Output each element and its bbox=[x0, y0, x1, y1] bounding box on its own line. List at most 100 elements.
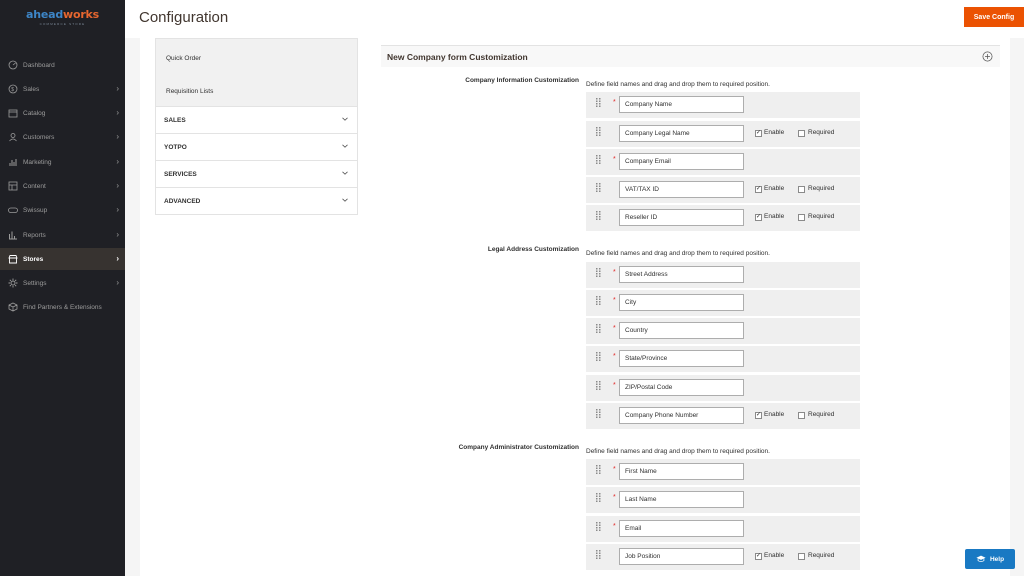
field-row[interactable]: * bbox=[586, 318, 860, 344]
field-row[interactable]: ✓Enable Required bbox=[586, 544, 860, 570]
sidebar-item-label: Content bbox=[23, 182, 46, 190]
drag-handle-icon[interactable] bbox=[596, 381, 601, 390]
sidebar-item-customers[interactable]: Customers › bbox=[0, 126, 125, 148]
drag-handle-icon[interactable] bbox=[596, 409, 601, 418]
required-asterisk: * bbox=[613, 494, 616, 501]
required-checkbox[interactable] bbox=[798, 214, 805, 221]
drag-handle-icon[interactable] bbox=[596, 324, 601, 333]
field-name-input[interactable] bbox=[619, 520, 744, 537]
sidebar-item-swissup[interactable]: Swissup › bbox=[0, 199, 125, 221]
plus-circle-icon[interactable] bbox=[982, 51, 993, 62]
drag-handle-icon[interactable] bbox=[596, 550, 601, 559]
sidebar-item-catalog[interactable]: Catalog › bbox=[0, 102, 125, 124]
drag-handle-icon[interactable] bbox=[596, 98, 601, 107]
section-header[interactable]: New Company form Customization bbox=[381, 45, 1000, 67]
enable-checkbox[interactable]: ✓ bbox=[755, 214, 762, 221]
field-name-input[interactable] bbox=[619, 379, 744, 396]
required-asterisk: * bbox=[613, 99, 616, 106]
tab-group-services[interactable]: SERVICES bbox=[156, 160, 357, 187]
field-name-input[interactable] bbox=[619, 350, 744, 367]
drag-handle-icon[interactable] bbox=[596, 183, 601, 192]
drag-handle-icon[interactable] bbox=[596, 493, 601, 502]
sidebar-item-find-partners-extensions[interactable]: Find Partners & Extensions bbox=[0, 296, 125, 318]
check-icon: ✓ bbox=[756, 553, 762, 559]
required-checkbox[interactable] bbox=[798, 130, 805, 137]
page-header: Configuration Save Config bbox=[125, 0, 1024, 38]
tab-item-requisition-lists[interactable]: Requisition Lists bbox=[156, 77, 357, 106]
field-row[interactable]: * bbox=[586, 149, 860, 175]
drag-handle-icon[interactable] bbox=[596, 522, 601, 531]
field-name-input[interactable] bbox=[619, 322, 744, 339]
required-asterisk: * bbox=[613, 382, 616, 389]
field-row[interactable]: * bbox=[586, 262, 860, 288]
enable-checkbox[interactable]: ✓ bbox=[755, 553, 762, 560]
field-row[interactable]: ✓Enable Required bbox=[586, 205, 860, 231]
sidebar-item-label: Marketing bbox=[23, 158, 52, 166]
tab-group-sales[interactable]: SALES bbox=[156, 106, 357, 133]
field-name-input[interactable] bbox=[619, 548, 744, 565]
dashboard-icon bbox=[8, 60, 18, 70]
field-row[interactable]: * bbox=[586, 516, 860, 542]
tab-item-quick-order[interactable]: Quick Order bbox=[156, 39, 357, 77]
drag-handle-icon[interactable] bbox=[596, 155, 601, 164]
field-row[interactable]: * bbox=[586, 375, 860, 401]
drag-handle-icon[interactable] bbox=[596, 127, 601, 136]
enable-label: Enable bbox=[764, 411, 785, 418]
field-name-input[interactable] bbox=[619, 96, 744, 113]
field-row[interactable]: ✓Enable Required bbox=[586, 177, 860, 203]
group-hint: Define field names and drag and drop the… bbox=[586, 81, 770, 88]
sidebar-item-label: Swissup bbox=[23, 206, 48, 214]
sidebar-item-label: Stores bbox=[23, 255, 44, 263]
field-name-input[interactable] bbox=[619, 491, 744, 508]
chevron-right-icon: › bbox=[116, 205, 119, 214]
required-checkbox[interactable] bbox=[798, 186, 805, 193]
drag-handle-icon[interactable] bbox=[596, 296, 601, 305]
required-checkbox[interactable] bbox=[798, 412, 805, 419]
help-label: Help bbox=[989, 555, 1005, 563]
field-row[interactable]: ✓Enable Required bbox=[586, 121, 860, 147]
drag-handle-icon[interactable] bbox=[596, 465, 601, 474]
chevron-right-icon: › bbox=[116, 254, 119, 263]
field-name-input[interactable] bbox=[619, 266, 744, 283]
sidebar-item-sales[interactable]: $ Sales › bbox=[0, 78, 125, 100]
enable-checkbox[interactable]: ✓ bbox=[755, 130, 762, 137]
chevron-right-icon: › bbox=[116, 108, 119, 117]
field-row[interactable]: * bbox=[586, 92, 860, 118]
sidebar-item-dashboard[interactable]: Dashboard bbox=[0, 54, 125, 76]
chevron-down-icon bbox=[342, 171, 348, 175]
tab-group-yotpo[interactable]: YOTPO bbox=[156, 133, 357, 160]
chevron-down-icon bbox=[342, 144, 348, 148]
sidebar-item-marketing[interactable]: Marketing › bbox=[0, 151, 125, 173]
field-name-input[interactable] bbox=[619, 463, 744, 480]
drag-handle-icon[interactable] bbox=[596, 352, 601, 361]
field-name-input[interactable] bbox=[619, 153, 744, 170]
field-row[interactable]: * bbox=[586, 487, 860, 513]
tab-group-advanced[interactable]: ADVANCED bbox=[156, 187, 357, 214]
field-row[interactable]: * bbox=[586, 459, 860, 485]
chevron-down-icon bbox=[342, 117, 348, 121]
sidebar-item-reports[interactable]: Reports › bbox=[0, 224, 125, 246]
sidebar-item-stores[interactable]: Stores › bbox=[0, 248, 125, 270]
field-row[interactable]: ✓Enable Required bbox=[586, 403, 860, 429]
required-checkbox[interactable] bbox=[798, 553, 805, 560]
field-name-input[interactable] bbox=[619, 407, 744, 424]
enable-checkbox[interactable]: ✓ bbox=[755, 412, 762, 419]
sidebar-item-settings[interactable]: Settings › bbox=[0, 272, 125, 294]
drag-handle-icon[interactable] bbox=[596, 211, 601, 220]
field-name-input[interactable] bbox=[619, 181, 744, 198]
field-name-input[interactable] bbox=[619, 125, 744, 142]
enable-checkbox[interactable]: ✓ bbox=[755, 186, 762, 193]
field-name-input[interactable] bbox=[619, 294, 744, 311]
logo[interactable]: aheadworks COMMERCE STORE bbox=[0, 8, 125, 36]
chevron-right-icon: › bbox=[116, 278, 119, 287]
sidebar-item-label: Dashboard bbox=[23, 61, 55, 69]
field-name-input[interactable] bbox=[619, 209, 744, 226]
required-label: Required bbox=[808, 411, 835, 418]
field-row[interactable]: * bbox=[586, 290, 860, 316]
drag-handle-icon[interactable] bbox=[596, 268, 601, 277]
sidebar-item-content[interactable]: Content › bbox=[0, 175, 125, 197]
save-config-button[interactable]: Save Config bbox=[964, 7, 1024, 27]
admin-sidebar: aheadworks COMMERCE STORE Dashboard $ Sale… bbox=[0, 0, 125, 576]
field-row[interactable]: * bbox=[586, 346, 860, 372]
help-button[interactable]: Help bbox=[965, 549, 1015, 569]
